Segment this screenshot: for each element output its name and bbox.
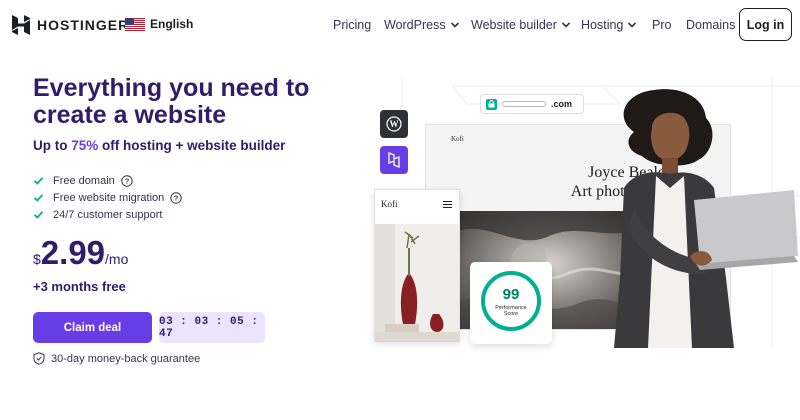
check-icon <box>33 194 44 202</box>
website-builder-app-icon <box>380 146 408 174</box>
brand-logo[interactable]: HOSTINGER <box>12 15 129 35</box>
price-amount: 2.99 <box>40 234 106 271</box>
nav-pricing[interactable]: Pricing <box>333 18 371 32</box>
subtitle-prefix: Up to <box>33 138 72 153</box>
feature-label: 24/7 customer support <box>53 208 163 221</box>
nav-pricing-label: Pricing <box>333 18 372 32</box>
feature-label: Free domain <box>53 174 115 187</box>
nav-pro[interactable]: Pro <box>652 18 671 32</box>
menu-icon <box>443 201 452 208</box>
hostinger-builder-icon <box>388 152 400 168</box>
help-icon[interactable]: ? <box>121 174 133 187</box>
website-preview-mobile: Kofi <box>374 189 460 342</box>
domain-bar: .com <box>480 94 584 114</box>
chevron-down-icon <box>561 22 571 28</box>
svg-text:W: W <box>390 119 399 129</box>
vase-photo-image <box>375 224 459 342</box>
price: $ 2.99 /mo <box>33 236 128 270</box>
score-label-line2: Score <box>503 311 519 317</box>
subtitle-suffix: off hosting + website builder <box>98 138 286 153</box>
countdown-timer: 03 : 03 : 05 : 47 <box>159 312 265 343</box>
svg-text:?: ? <box>174 193 179 202</box>
nav-domains-label: Domains <box>686 18 736 32</box>
nav-wordpress-label: WordPress <box>384 18 446 32</box>
chevron-down-icon <box>628 22 637 28</box>
login-button[interactable]: Log in <box>739 8 792 41</box>
performance-score-card: 99 Performance Score <box>470 262 552 344</box>
claim-deal-button[interactable]: Claim deal <box>33 312 152 343</box>
nav-domains[interactable]: Domains <box>686 18 735 32</box>
price-currency: $ <box>33 251 41 267</box>
nav-website-builder-label: Website builder <box>471 18 557 32</box>
bonus-text: +3 months free <box>33 279 126 294</box>
feature-list: Free domain ? Free website migration ? 2… <box>33 172 182 223</box>
price-period: /mo <box>105 251 129 267</box>
domain-placeholder <box>502 101 546 107</box>
list-item: Free website migration ? <box>33 189 182 206</box>
language-selector[interactable]: English <box>125 17 193 31</box>
list-item: Free domain ? <box>33 172 182 189</box>
us-flag-icon <box>125 17 145 31</box>
feature-label: Free website migration <box>53 191 165 204</box>
domain-suffix: .com <box>551 99 573 109</box>
language-label: English <box>150 17 194 31</box>
nav-wordpress[interactable]: WordPress <box>384 18 460 32</box>
guarantee-label: 30-day money-back guarantee <box>51 352 201 365</box>
help-icon[interactable]: ? <box>170 191 182 204</box>
hero-subtitle: Up to 75% off hosting + website builder <box>33 138 285 153</box>
brand-name: HOSTINGER <box>37 17 130 33</box>
woman-with-laptop-image <box>614 89 798 348</box>
preview-site-name: Kofi <box>451 135 464 143</box>
lock-icon <box>486 98 497 110</box>
hero-illustration: W .com Kofi Joyce Beale, Art photograph <box>372 78 800 348</box>
check-icon <box>33 177 44 185</box>
chevron-down-icon <box>450 22 459 28</box>
nav-website-builder[interactable]: Website builder <box>471 18 571 32</box>
discount-highlight: 75% <box>71 138 99 153</box>
check-icon <box>33 211 44 219</box>
nav-hosting-label: Hosting <box>581 18 624 32</box>
score-label: Performance Score <box>470 305 552 317</box>
top-navbar: HOSTINGER English Pricing WordPress Webs… <box>0 0 800 52</box>
list-item: 24/7 customer support <box>33 206 182 223</box>
score-value: 99 <box>502 286 520 303</box>
svg-text:?: ? <box>124 176 129 185</box>
shield-icon <box>33 352 45 365</box>
nav-pro-label: Pro <box>652 18 672 32</box>
mobile-site-name: Kofi <box>381 199 398 209</box>
hero-title: Everything you need to create a website <box>33 74 310 129</box>
wordpress-app-icon: W <box>380 110 408 138</box>
wordpress-icon: W <box>386 116 402 132</box>
guarantee-note: 30-day money-back guarantee <box>33 352 200 365</box>
hostinger-logo-icon <box>12 15 30 35</box>
nav-hosting[interactable]: Hosting <box>581 18 637 32</box>
